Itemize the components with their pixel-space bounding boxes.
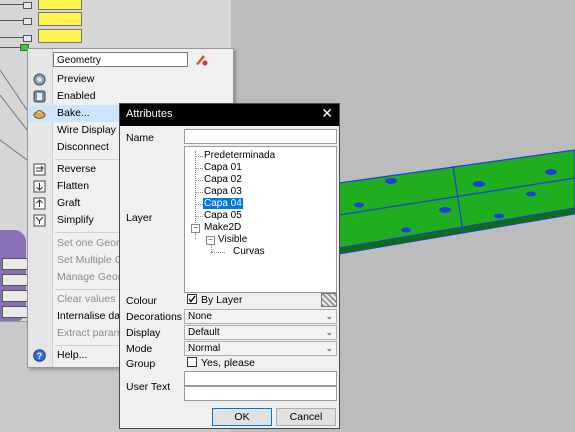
menu-item-label: Flatten	[57, 180, 90, 192]
collapse-toggle-make2d[interactable]: −	[191, 224, 200, 233]
layer-item-visible[interactable]: Visible	[218, 234, 247, 245]
user-text-value-field[interactable]	[184, 386, 337, 401]
component-input[interactable]	[2, 306, 28, 318]
menu-item-label: Reverse	[57, 163, 97, 175]
menu-item-label: Disconnect	[57, 141, 109, 153]
layer-item-capa-04[interactable]: Capa 04	[203, 198, 243, 209]
bake-icon	[33, 110, 46, 119]
layer-item-capa-01[interactable]: Capa 01	[204, 162, 242, 173]
edit-pen-icon[interactable]	[194, 52, 208, 67]
chevron-down-icon: ⌄	[325, 327, 333, 337]
menu-item-label: Preview	[57, 73, 95, 85]
enabled-icon	[33, 90, 46, 103]
display-dropdown[interactable]: Default ⌄	[184, 325, 337, 340]
cancel-button[interactable]: Cancel	[276, 408, 336, 426]
component-input[interactable]	[2, 290, 28, 302]
colour-by-layer-checkbox[interactable]	[187, 294, 197, 304]
layer-item-capa-03[interactable]: Capa 03	[204, 186, 242, 197]
close-icon[interactable]: ✕	[321, 105, 333, 122]
layer-label: Layer	[126, 212, 153, 224]
param-name-input[interactable]: Geometry	[53, 52, 188, 67]
tree-guide	[195, 156, 203, 157]
menu-item-label: Simplify	[57, 214, 94, 226]
user-text-key-field[interactable]	[184, 371, 337, 386]
component-input[interactable]	[2, 274, 28, 286]
layer-item-capa-02[interactable]: Capa 02	[204, 174, 242, 185]
decorations-label: Decorations	[126, 311, 183, 323]
colour-by-layer-label: By Layer	[201, 294, 243, 306]
tree-guide	[211, 245, 212, 252]
name-label: Name	[126, 132, 155, 144]
mode-label: Mode	[126, 343, 153, 355]
mode-value: Normal	[188, 343, 221, 354]
layer-tree[interactable]: Predeterminada Capa 01 Capa 02 Capa 03 C…	[184, 146, 337, 293]
checkmark-icon	[188, 295, 196, 303]
flatten-icon	[33, 180, 46, 193]
layer-item-make2d[interactable]: Make2D	[204, 222, 241, 233]
mode-dropdown[interactable]: Normal ⌄	[184, 341, 337, 356]
menu-item-label: Enabled	[57, 90, 96, 102]
user-text-label: User Text	[126, 381, 171, 393]
help-icon: ?	[33, 349, 46, 362]
ok-button[interactable]: OK	[212, 408, 272, 426]
menu-item-label: Help...	[57, 349, 88, 361]
menu-item-preview[interactable]: Preview	[29, 71, 231, 88]
tree-guide	[195, 204, 203, 205]
preview-icon	[33, 73, 46, 86]
group-checkbox[interactable]	[187, 357, 197, 367]
display-label: Display	[126, 327, 161, 339]
layer-item-curvas[interactable]: Curvas	[233, 246, 265, 257]
tree-guide	[195, 180, 203, 181]
menu-item-label: Clear values	[57, 293, 116, 305]
chevron-down-icon: ⌄	[325, 343, 333, 353]
menu-item-label: Wire Display	[57, 124, 116, 136]
decorations-value: None	[188, 311, 212, 322]
tree-guide	[195, 168, 203, 169]
display-value: Default	[188, 327, 220, 338]
number-slider[interactable]	[38, 29, 82, 43]
graft-icon	[33, 197, 46, 210]
dialog-titlebar[interactable]: Attributes ✕	[120, 104, 339, 126]
tree-guide	[211, 252, 225, 253]
group-label: Group	[126, 358, 156, 370]
menu-item-label: Bake...	[57, 107, 90, 119]
simplify-icon	[33, 214, 46, 227]
tree-guide	[195, 216, 203, 217]
cluster-component[interactable]	[0, 230, 28, 322]
decorations-dropdown[interactable]: None ⌄	[184, 309, 337, 324]
number-slider[interactable]	[38, 0, 82, 10]
tree-guide	[195, 233, 196, 239]
group-option-label: Yes, please	[201, 357, 255, 369]
tree-guide	[195, 192, 203, 193]
chevron-down-icon: ⌄	[325, 311, 333, 321]
dialog-title: Attributes	[126, 108, 173, 120]
number-slider[interactable]	[38, 12, 82, 26]
layer-item-capa-05[interactable]: Capa 05	[204, 210, 242, 221]
svg-text:?: ?	[37, 351, 43, 361]
name-input[interactable]	[184, 129, 337, 144]
menu-item-label: Graft	[57, 197, 81, 209]
layer-item-predeterminada[interactable]: Predeterminada	[204, 150, 275, 161]
attributes-dialog: Attributes ✕ Name Layer Predeterminada C…	[119, 103, 340, 429]
component-input[interactable]	[2, 258, 28, 270]
colour-swatch[interactable]	[321, 293, 337, 307]
collapse-toggle-visible[interactable]: −	[206, 236, 215, 245]
reverse-icon	[33, 163, 46, 176]
colour-label: Colour	[126, 295, 157, 307]
